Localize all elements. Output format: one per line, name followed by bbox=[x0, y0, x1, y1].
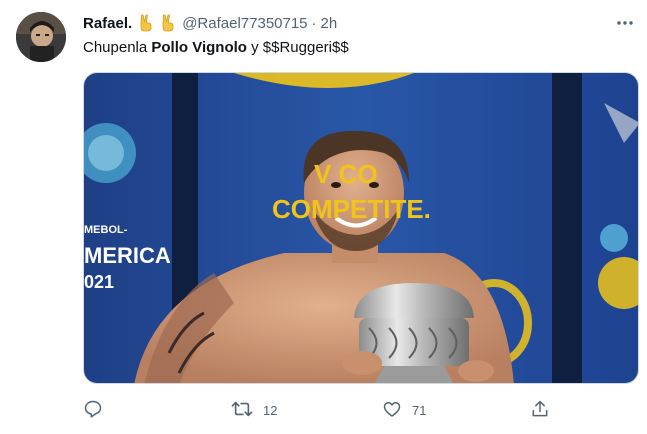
banner-text-line2: COMPETITE. bbox=[272, 194, 431, 224]
tweet-text: Chupenla Pollo Vignolo y $$Ruggeri$$ bbox=[83, 38, 349, 58]
tweet-actions: 12 71 bbox=[83, 398, 639, 422]
more-icon bbox=[616, 13, 634, 31]
display-name[interactable]: Rafael. bbox=[83, 15, 132, 32]
avatar[interactable] bbox=[16, 12, 66, 62]
timestamp[interactable]: 2h bbox=[321, 15, 338, 32]
tweet-text-bold: Pollo Vignolo bbox=[151, 39, 247, 56]
retweet-button[interactable]: 12 bbox=[231, 398, 277, 422]
tweet-text-start: Chupenla bbox=[83, 39, 152, 56]
side-text-line3: 021 bbox=[84, 272, 114, 292]
more-options-button[interactable] bbox=[612, 10, 638, 34]
reply-button[interactable] bbox=[83, 398, 113, 422]
tweet-header: Rafael. @Rafael77350715 · 2h bbox=[83, 13, 337, 33]
like-button[interactable]: 71 bbox=[382, 398, 426, 422]
reply-icon bbox=[83, 399, 103, 422]
retweet-count: 12 bbox=[263, 402, 278, 418]
victory-hand-icon bbox=[160, 14, 176, 32]
victory-hand-icon bbox=[138, 14, 154, 32]
tweet-card[interactable]: Rafael. @Rafael77350715 · 2h Chupenla Po… bbox=[0, 0, 647, 434]
tweet-text-end: y $$Ruggeri$$ bbox=[246, 39, 349, 56]
banner-text-line1: V CO bbox=[314, 159, 378, 189]
side-text-line2: MERICA bbox=[84, 243, 171, 268]
user-handle[interactable]: @Rafael77350715 bbox=[182, 15, 307, 32]
tweet-photo[interactable]: V CO COMPETITE. MEBOL- MERICA 021 bbox=[83, 72, 639, 384]
separator: · bbox=[311, 14, 317, 32]
like-count: 71 bbox=[412, 402, 427, 418]
share-icon bbox=[530, 399, 550, 422]
share-button[interactable] bbox=[530, 398, 550, 422]
side-text-line1: MEBOL- bbox=[84, 224, 128, 236]
retweet-icon bbox=[231, 399, 253, 422]
like-icon bbox=[382, 399, 402, 422]
